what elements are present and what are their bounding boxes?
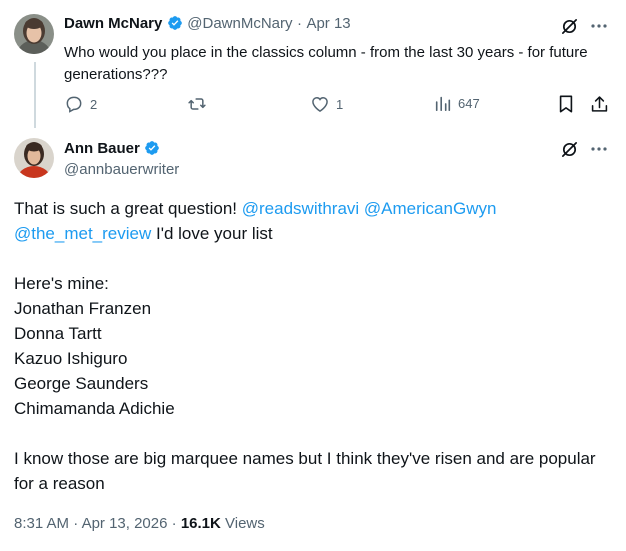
meta-separator: · — [73, 515, 79, 532]
views-icon — [435, 96, 451, 112]
meta-separator: · — [171, 515, 177, 532]
author-list-item: Kazuo Ishiguro — [14, 349, 128, 368]
views-action[interactable]: 647 — [434, 94, 480, 112]
parent-more-button[interactable] — [588, 15, 610, 37]
parent-header: Dawn McNary @DawnMcNary · Apr 13 — [64, 15, 351, 33]
more-icon — [591, 24, 607, 28]
retweet-icon — [188, 98, 206, 110]
retweet-action[interactable] — [186, 94, 208, 114]
reply-time[interactable]: 8:31 AM — [14, 515, 69, 532]
views-count: 647 — [458, 95, 480, 111]
parent-author-name[interactable]: Dawn McNary — [64, 15, 162, 32]
avatar-ann-image — [14, 138, 54, 178]
share-icon — [591, 96, 607, 112]
parent-avatar[interactable] — [14, 14, 54, 54]
like-count: 1 — [336, 96, 344, 112]
mention-link[interactable]: @the_met_review — [14, 224, 151, 243]
parent-tweet-text: Who would you place in the classics colu… — [64, 44, 588, 83]
thread-connector-line — [34, 62, 36, 128]
bookmark-icon — [559, 95, 573, 113]
list-heading: Here's mine: — [14, 274, 109, 293]
parent-separator: · — [296, 15, 302, 32]
parent-grok-button[interactable] — [558, 15, 580, 37]
reply-header-name-row: Ann Bauer — [64, 140, 160, 158]
like-icon — [312, 96, 328, 112]
more-icon — [591, 147, 607, 151]
avatar-dawn-image — [14, 14, 54, 54]
author-list-item: Donna Tartt — [14, 324, 102, 343]
reply-more-button[interactable] — [588, 138, 610, 160]
author-list-item: George Saunders — [14, 374, 149, 393]
reply-handle[interactable]: @annbauerwriter — [64, 161, 179, 178]
author-list-item: Jonathan Franzen — [14, 299, 152, 318]
verified-badge-icon[interactable] — [144, 140, 160, 156]
reply-tweet-text: That is such a great question! @readswit… — [14, 196, 604, 496]
grok-icon — [561, 18, 577, 34]
reply-metadata: 8:31 AM · Apr 13, 2026 · 16.1K Views — [14, 515, 265, 532]
parent-date[interactable]: Apr 13 — [306, 15, 350, 32]
like-action[interactable]: 1 — [310, 94, 343, 114]
reply-date[interactable]: Apr 13, 2026 — [82, 515, 168, 532]
reply-intro-tail: I'd love your list — [156, 224, 273, 243]
share-button[interactable] — [588, 93, 610, 115]
reply-count: 2 — [90, 96, 98, 112]
grok-icon — [561, 141, 577, 157]
bookmark-button[interactable] — [555, 93, 577, 115]
reply-avatar[interactable] — [14, 138, 54, 178]
parent-handle[interactable]: @DawnMcNary — [187, 15, 292, 32]
mention-link[interactable]: @AmericanGwyn — [364, 199, 497, 218]
reply-intro-line: That is such a great question! @readswit… — [14, 196, 604, 246]
reply-closing: I know those are big marquee names but I… — [14, 449, 596, 493]
reply-grok-button[interactable] — [558, 138, 580, 160]
reply-intro: That is such a great question! — [14, 199, 238, 218]
reply-author-name[interactable]: Ann Bauer — [64, 140, 140, 157]
reply-action[interactable]: 2 — [64, 94, 97, 114]
verified-badge-icon[interactable] — [167, 15, 183, 31]
author-list-item: Chimamanda Adichie — [14, 399, 175, 418]
reply-views-label: Views — [225, 515, 265, 532]
mention-link[interactable]: @readswithravi — [242, 199, 359, 218]
reply-icon — [66, 96, 82, 113]
reply-views-count: 16.1K — [180, 515, 221, 532]
